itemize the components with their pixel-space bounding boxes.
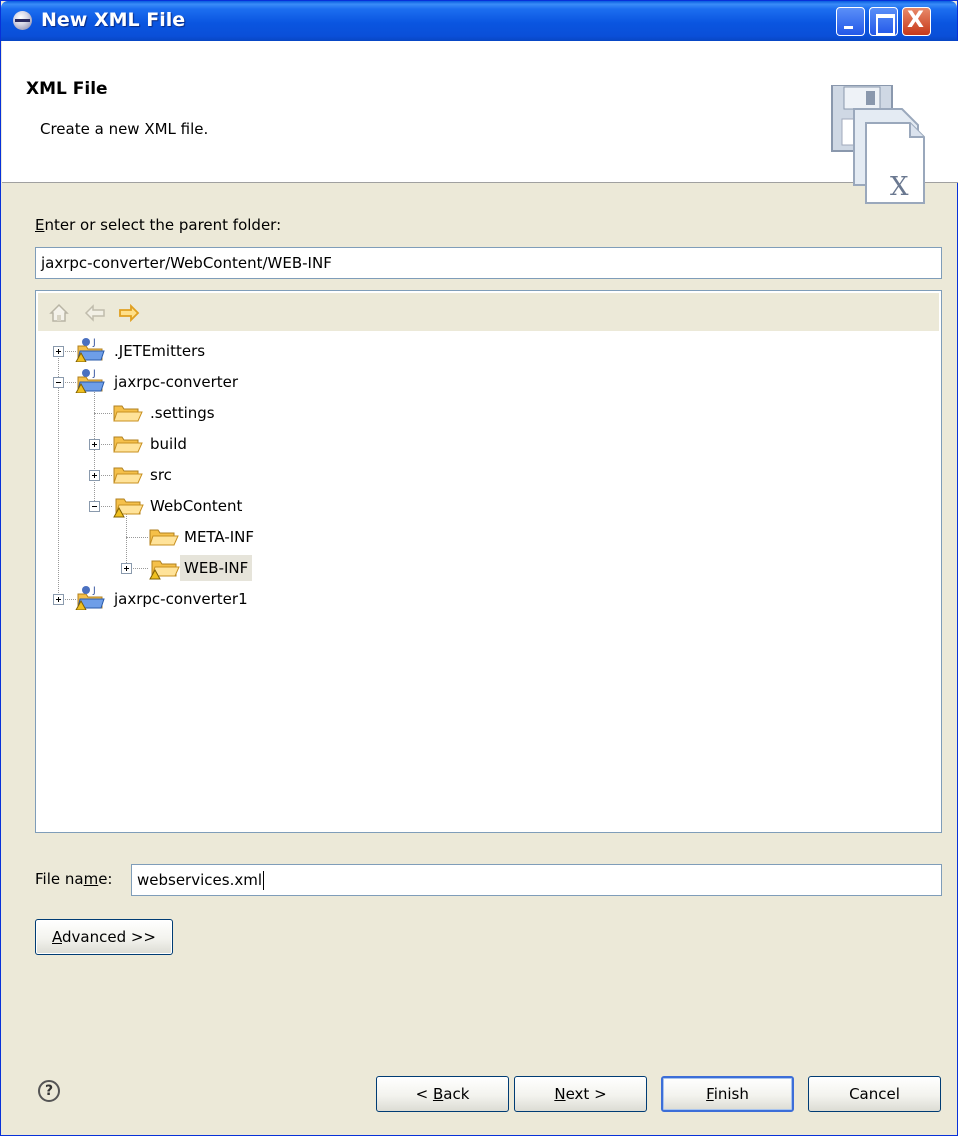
close-icon: X xyxy=(907,8,924,33)
file-name-input[interactable]: webservices.xml xyxy=(131,864,942,896)
folder-icon xyxy=(149,529,179,546)
folder-icon xyxy=(113,467,143,484)
tree-line xyxy=(58,351,59,601)
text-caret xyxy=(263,871,264,890)
minimize-button[interactable] xyxy=(836,7,865,36)
expand-toggle[interactable] xyxy=(89,470,100,481)
forward-arrow-icon[interactable] xyxy=(118,304,140,322)
finish-button[interactable]: Finish xyxy=(661,1076,794,1112)
project-folder-icon: J xyxy=(75,338,105,362)
tree-line xyxy=(94,413,112,414)
parent-folder-value: jaxrpc-converter/WebContent/WEB-INF xyxy=(41,254,332,272)
file-name-label: File name: xyxy=(35,870,113,888)
project-folder-icon: J xyxy=(75,586,105,610)
tree-item[interactable]: build xyxy=(146,431,191,457)
banner-description: Create a new XML file. xyxy=(40,120,209,138)
cancel-button[interactable]: Cancel xyxy=(808,1076,941,1112)
folder-icon xyxy=(113,436,143,453)
svg-text:J: J xyxy=(92,586,96,596)
next-button[interactable]: Next > xyxy=(514,1076,647,1112)
advanced-button[interactable]: Advanced >> xyxy=(35,919,173,955)
tree-item[interactable]: .settings xyxy=(146,400,219,426)
title-bar[interactable]: New XML File X xyxy=(1,1,957,41)
svg-text:X: X xyxy=(890,172,909,202)
collapse-toggle[interactable] xyxy=(53,377,64,388)
expand-toggle[interactable] xyxy=(121,563,132,574)
tree-item[interactable]: META-INF xyxy=(180,524,258,550)
expand-toggle[interactable] xyxy=(89,439,100,450)
wizard-banner: XML File Create a new XML file. X xyxy=(2,41,958,204)
close-button[interactable]: X xyxy=(902,7,931,36)
collapse-toggle[interactable] xyxy=(89,501,100,512)
expand-toggle[interactable] xyxy=(53,594,64,605)
maximize-button[interactable] xyxy=(869,7,898,36)
svg-text:J: J xyxy=(92,369,96,379)
xml-file-wizard-icon: X xyxy=(831,85,925,204)
tree-item[interactable]: .JETEmitters xyxy=(110,338,209,364)
eclipse-icon xyxy=(13,11,32,30)
home-icon[interactable] xyxy=(48,302,70,324)
file-name-value: webservices.xml xyxy=(137,871,262,889)
parent-folder-input[interactable]: jaxrpc-converter/WebContent/WEB-INF xyxy=(35,247,942,279)
project-folder-icon: J xyxy=(75,369,105,393)
svg-text:J: J xyxy=(92,338,96,348)
tree-line xyxy=(126,537,148,538)
tree-line xyxy=(126,511,127,571)
folder-icon xyxy=(113,405,143,422)
tree-item[interactable]: jaxrpc-converter1 xyxy=(110,586,252,612)
banner-title: XML File xyxy=(26,79,108,99)
parent-folder-label: Enter or select the parent folder: xyxy=(35,216,282,234)
tree-item[interactable]: WebContent xyxy=(146,493,246,519)
warning-folder-icon xyxy=(113,498,144,518)
new-xml-file-dialog: New XML File X XML File Create a new XML… xyxy=(0,0,958,1136)
warning-folder-icon xyxy=(149,560,180,580)
back-arrow-icon[interactable] xyxy=(84,304,106,322)
folder-tree[interactable]: J .JETEmitters J jaxrpc-converter .setti… xyxy=(35,290,942,833)
tree-item[interactable]: jaxrpc-converter xyxy=(110,369,242,395)
tree-toolbar xyxy=(38,293,939,331)
help-icon[interactable]: ? xyxy=(38,1080,60,1102)
window-title: New XML File xyxy=(41,9,186,31)
back-button[interactable]: < Back xyxy=(376,1076,509,1112)
tree-item[interactable]: src xyxy=(146,462,176,488)
tree-item-selected[interactable]: WEB-INF xyxy=(180,555,253,581)
expand-toggle[interactable] xyxy=(53,346,64,357)
